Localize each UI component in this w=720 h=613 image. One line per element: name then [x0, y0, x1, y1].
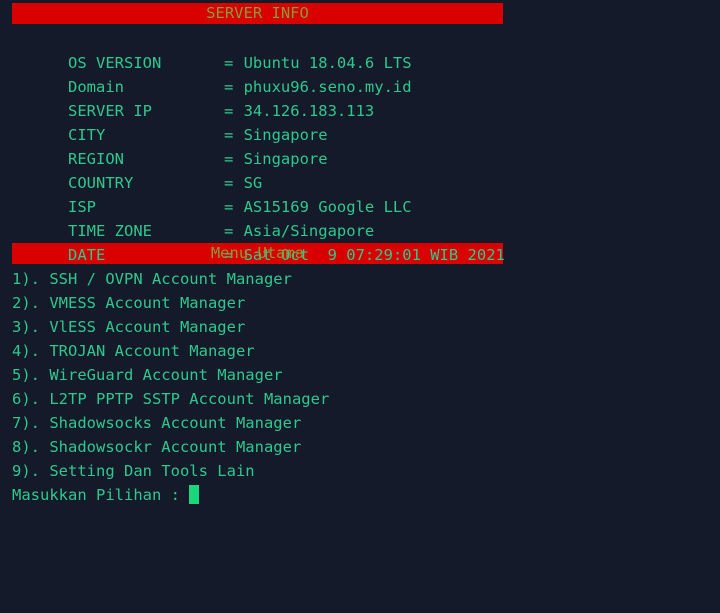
text-cursor	[189, 485, 200, 504]
info-label: CITY	[68, 126, 106, 144]
main-menu-list: 1). SSH / OVPN Account Manager 2). VMESS…	[0, 267, 720, 483]
info-value: 34.126.183.113	[243, 102, 375, 120]
menu-item-3[interactable]: 3). VlESS Account Manager	[0, 315, 720, 339]
choice-prompt-label: Masukkan Pilihan :	[12, 486, 190, 504]
menu-item-8[interactable]: 8). Shadowsockr Account Manager	[0, 435, 720, 459]
info-separator: =	[224, 174, 234, 192]
server-info-table: OS VERSION = Ubuntu 18.04.6 LTS Domain = phu…	[0, 27, 720, 264]
info-separator: =	[224, 222, 234, 240]
info-label: Domain	[68, 78, 124, 96]
info-value: Singapore	[243, 150, 328, 168]
info-separator: =	[224, 78, 234, 96]
info-value: Singapore	[243, 126, 328, 144]
info-label: SERVER IP	[68, 102, 152, 120]
info-separator: =	[224, 54, 234, 72]
info-value: AS15169 Google LLC	[243, 198, 412, 216]
info-value: phuxu96.seno.my.id	[243, 78, 412, 96]
info-value: Ubuntu 18.04.6 LTS	[243, 54, 412, 72]
info-separator: =	[224, 126, 234, 144]
table-row: OS VERSION = Ubuntu 18.04.6 LTS	[0, 27, 720, 72]
info-label: ISP	[68, 198, 96, 216]
menu-item-2[interactable]: 2). VMESS Account Manager	[0, 291, 720, 315]
menu-item-5[interactable]: 5). WireGuard Account Manager	[0, 363, 720, 387]
info-separator: =	[224, 198, 234, 216]
menu-item-9[interactable]: 9). Setting Dan Tools Lain	[0, 459, 720, 483]
choice-prompt-line[interactable]: Masukkan Pilihan :	[0, 483, 720, 507]
info-label: REGION	[68, 150, 124, 168]
info-label: DATE	[68, 246, 106, 264]
info-label: OS VERSION	[68, 54, 162, 72]
info-label: TIME ZONE	[68, 222, 152, 240]
terminal-window[interactable]: SERVER INFO OS VERSION = Ubuntu 18.04.6 LT…	[0, 0, 720, 613]
menu-item-4[interactable]: 4). TROJAN Account Manager	[0, 339, 720, 363]
info-separator: =	[224, 150, 234, 168]
server-info-banner-row: SERVER INFO	[0, 3, 720, 27]
menu-item-1[interactable]: 1). SSH / OVPN Account Manager	[0, 267, 720, 291]
menu-item-6[interactable]: 6). L2TP PPTP SSTP Account Manager	[0, 387, 720, 411]
menu-item-7[interactable]: 7). Shadowsocks Account Manager	[0, 411, 720, 435]
info-label: COUNTRY	[68, 174, 134, 192]
info-value: Asia/Singapore	[243, 222, 375, 240]
info-separator: =	[224, 102, 234, 120]
server-info-banner: SERVER INFO	[12, 3, 503, 24]
info-value: SG	[243, 174, 263, 192]
